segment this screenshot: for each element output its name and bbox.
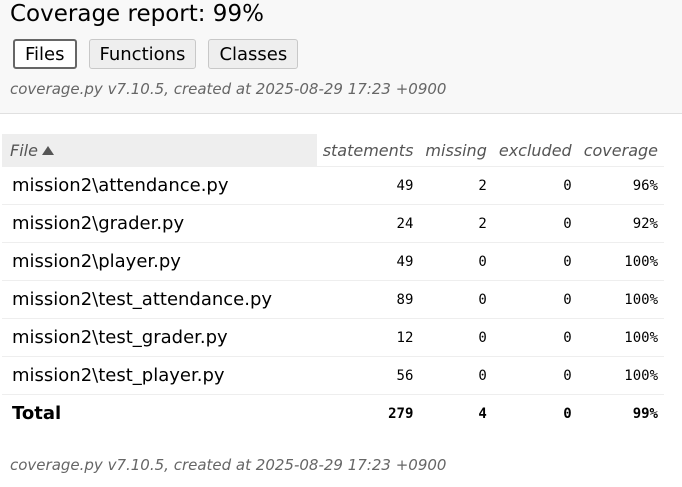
- total-statements: 279: [388, 405, 414, 422]
- tab-files[interactable]: Files: [13, 39, 77, 69]
- coverage-cell: 96%: [577, 166, 664, 205]
- missing-cell: 0: [419, 356, 493, 395]
- excluded-cell: 0: [492, 166, 578, 205]
- missing-cell: 2: [419, 204, 493, 243]
- total-label: Total: [12, 403, 62, 424]
- column-header-coverage[interactable]: coverage: [577, 134, 664, 167]
- tab-classes[interactable]: Classes: [208, 39, 299, 69]
- file-link[interactable]: mission2\test_player.py: [2, 356, 317, 395]
- missing-cell: 0: [419, 318, 493, 357]
- excluded-cell: 0: [492, 280, 578, 319]
- table-row: mission2\test_grader.py 12 0 0 100%: [2, 318, 664, 357]
- statements-cell: 49: [316, 242, 420, 281]
- coverage-cell: 100%: [577, 356, 664, 395]
- tab-functions[interactable]: Functions: [88, 39, 197, 69]
- total-row: Total 279 4 0 99%: [2, 395, 664, 433]
- created-info: coverage.py v7.10.5, created at 2025-08-…: [10, 80, 447, 98]
- coverage-cell: 100%: [577, 318, 664, 357]
- file-link[interactable]: mission2\attendance.py: [2, 166, 317, 205]
- sort-ascending-icon: [41, 145, 54, 155]
- file-link[interactable]: mission2\test_grader.py: [2, 318, 317, 357]
- table-row: mission2\player.py 49 0 0 100%: [2, 242, 664, 281]
- table-row: mission2\test_attendance.py 89 0 0 100%: [2, 280, 664, 319]
- statements-cell: 24: [316, 204, 420, 243]
- statements-cell: 49: [316, 166, 420, 205]
- total-excluded: 0: [563, 405, 572, 422]
- file-link[interactable]: mission2\grader.py: [2, 204, 317, 243]
- excluded-cell: 0: [492, 318, 578, 357]
- file-link[interactable]: mission2\test_attendance.py: [2, 280, 317, 319]
- statements-cell: 56: [316, 356, 420, 395]
- column-header-statements[interactable]: statements: [316, 134, 420, 167]
- column-header-file-label: File: [10, 140, 38, 160]
- table-row: mission2\grader.py 24 2 0 92%: [2, 204, 664, 243]
- excluded-cell: 0: [492, 356, 578, 395]
- coverage-cell: 92%: [577, 204, 664, 243]
- column-header-missing[interactable]: missing: [419, 134, 493, 167]
- statements-cell: 12: [316, 318, 420, 357]
- coverage-cell: 100%: [577, 280, 664, 319]
- table-row: mission2\attendance.py 49 2 0 96%: [2, 166, 664, 205]
- missing-cell: 0: [419, 280, 493, 319]
- table-row: mission2\test_player.py 56 0 0 100%: [2, 356, 664, 395]
- footer-created-info: coverage.py v7.10.5, created at 2025-08-…: [10, 456, 447, 474]
- report-header: Coverage report: 99% Files Functions Cla…: [0, 0, 682, 114]
- table-header-row: File statements missing excluded coverag…: [2, 134, 664, 167]
- total-missing: 4: [478, 405, 487, 422]
- excluded-cell: 0: [492, 242, 578, 281]
- view-tabs: Files Functions Classes: [13, 39, 299, 69]
- missing-cell: 0: [419, 242, 493, 281]
- column-header-file[interactable]: File: [2, 134, 317, 167]
- total-coverage: 99%: [632, 405, 658, 422]
- file-link[interactable]: mission2\player.py: [2, 242, 317, 281]
- page-title: Coverage report: 99%: [10, 1, 264, 27]
- excluded-cell: 0: [492, 204, 578, 243]
- missing-cell: 2: [419, 166, 493, 205]
- coverage-table: File statements missing excluded coverag…: [2, 134, 664, 432]
- coverage-cell: 100%: [577, 242, 664, 281]
- statements-cell: 89: [316, 280, 420, 319]
- column-header-excluded[interactable]: excluded: [492, 134, 578, 167]
